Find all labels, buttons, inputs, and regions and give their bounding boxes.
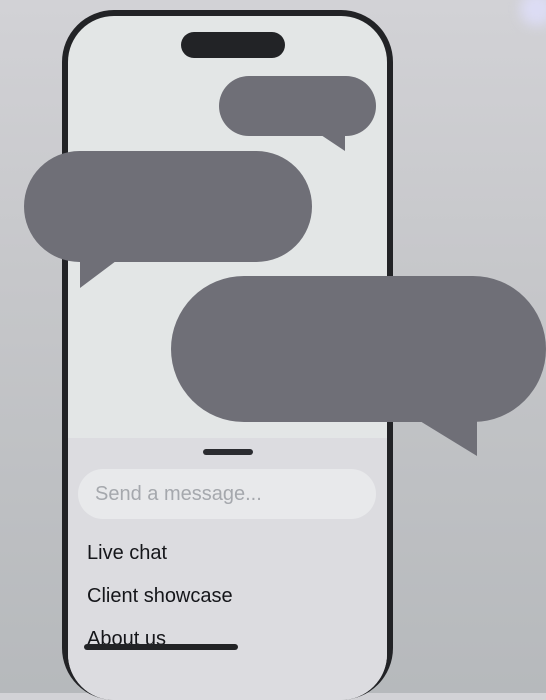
home-indicator [84, 644, 238, 650]
chat-bubble-large [171, 276, 546, 422]
chat-bottom-sheet: Live chat Client showcase About us [68, 438, 387, 700]
menu-item-client-showcase[interactable]: Client showcase [87, 576, 233, 619]
chat-bubble-small-tail [318, 133, 345, 151]
menu-item-live-chat[interactable]: Live chat [87, 533, 233, 576]
send-message-input[interactable] [78, 469, 376, 519]
menu-item-about-us[interactable]: About us [87, 619, 233, 662]
background-glow [520, 0, 546, 26]
chat-menu: Live chat Client showcase About us [87, 533, 233, 662]
dynamic-island [181, 32, 285, 58]
chat-bubble-medium [24, 151, 312, 262]
chat-bubble-large-tail [415, 418, 477, 456]
sheet-grabber-handle[interactable] [203, 449, 253, 455]
chat-bubble-small [219, 76, 376, 136]
chat-bubble-medium-tail [80, 258, 120, 288]
